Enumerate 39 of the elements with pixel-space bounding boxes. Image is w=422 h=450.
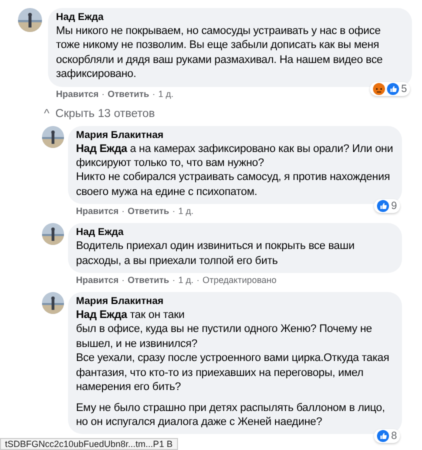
- comment-text: был в офисе, куда вы не пустили одного Женю? Почему не вышел, и не извинился?: [76, 322, 374, 352]
- caret-icon: ^: [44, 108, 50, 120]
- thumbs-up-icon: [377, 430, 390, 442]
- thumbs-up-icon: [387, 82, 400, 95]
- dot-separator: ·: [196, 275, 200, 286]
- comment-text: Над Ежда так он таки: [76, 308, 186, 322]
- meta-text: 1 д.: [158, 88, 174, 100]
- action-link[interactable]: Нравится: [56, 88, 99, 100]
- dot-separator: ·: [172, 206, 176, 218]
- hide-replies-link[interactable]: ^ Скрыть 13 ответов: [0, 106, 155, 126]
- action-link[interactable]: Нравится: [76, 206, 119, 218]
- comment-text: Мы никого не покрываем, но самосуды устраивать у нас в офисе тоже никому не позволим. Вы еще забыли дописать как вы меня оскорбляли и дядя ваш руками размахивал. На нашем видео все зафиксировано.: [56, 24, 384, 82]
- comment-text: Все уехали, сразу после устроенного вами цирка.Откуда такая фантазия, что кто-то из приехавших на переговоры, имел намерения его бить?: [76, 351, 390, 394]
- action-link[interactable]: Ответить: [128, 206, 170, 218]
- thumbs-up-icon: [377, 200, 390, 212]
- comment-text: Никто не собирался устраивать самосуд, я против нахождения своего мужа на едине с психопатом.: [76, 170, 391, 200]
- reaction-count[interactable]: 8: [374, 429, 400, 444]
- author-name[interactable]: Мария Блакитная: [76, 130, 394, 142]
- comment-text: Водитель приехал один извиниться и покрыть все ваши расходы, а вы приехали толпой его бить: [76, 239, 356, 268]
- dot-separator: ·: [102, 88, 105, 100]
- comment-text: Над Ежда а на камерах зафиксировано как вы орали? Или они фиксируют только то, что вам нужно?: [76, 142, 394, 170]
- action-link[interactable]: Ответить: [108, 88, 150, 100]
- dot-separator: ·: [122, 206, 125, 218]
- link-url-status: tSDBFGNcc2c10ubFuedUbn8r...tm...P1 B: [0, 438, 178, 450]
- author-name[interactable]: Над Ежда: [76, 227, 394, 240]
- meta-text: 1 д.: [178, 206, 194, 218]
- meta-text: 1 д.: [178, 275, 194, 286]
- reaction-count[interactable]: 9: [374, 199, 400, 214]
- action-link[interactable]: Ответить: [128, 275, 170, 286]
- angry-emoji-icon: [373, 82, 386, 95]
- action-link[interactable]: Нравится: [76, 275, 119, 286]
- meta-text: Отредактировано: [202, 275, 277, 286]
- author-name[interactable]: Мария Блакитная: [76, 296, 394, 308]
- reaction-count[interactable]: 5: [370, 82, 410, 96]
- dot-separator: ·: [152, 88, 156, 100]
- comment-text: Ему не было страшно при детях распылять баллоном в лицо, но он испугался диалога даже с Женей наедине?: [76, 400, 386, 430]
- author-name[interactable]: Над Ежда: [56, 12, 404, 24]
- dot-separator: ·: [172, 275, 176, 286]
- dot-separator: ·: [122, 275, 125, 286]
